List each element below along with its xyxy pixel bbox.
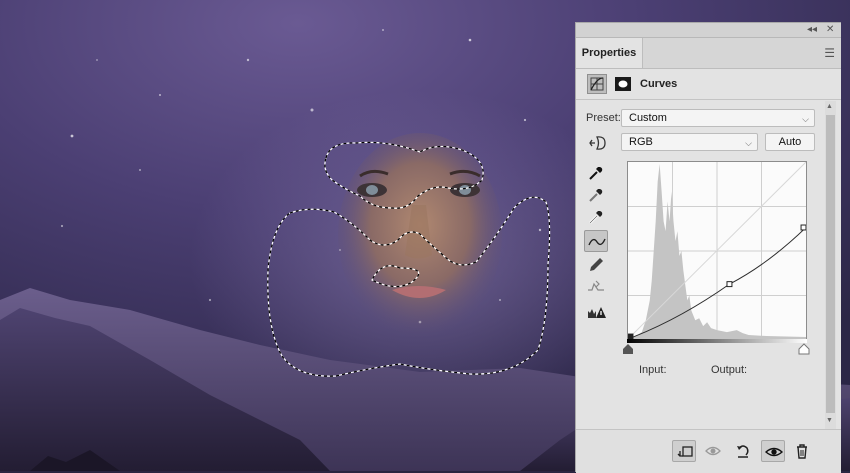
- close-icon[interactable]: ✕: [826, 23, 834, 37]
- delete-button[interactable]: [790, 440, 814, 462]
- black-point-slider-icon[interactable]: [622, 343, 634, 355]
- curves-adjustment-icon[interactable]: [587, 74, 607, 94]
- view-previous-icon: [705, 446, 721, 456]
- chevron-down-icon: ⌵: [745, 138, 752, 148]
- layer-mask-icon[interactable]: [613, 74, 633, 94]
- panel-menu-icon[interactable]: ☰: [824, 47, 835, 59]
- panel-titlebar[interactable]: ◂◂ ✕: [576, 23, 841, 38]
- channel-dropdown[interactable]: RGB ⌵: [621, 133, 758, 151]
- target-adjust-tool[interactable]: [585, 132, 609, 154]
- pencil-icon: [590, 258, 603, 271]
- sample-white-point-icon: [589, 211, 603, 224]
- reset-button[interactable]: [731, 440, 755, 462]
- curve-points-icon: [588, 238, 606, 246]
- sample-black-point-tool[interactable]: [584, 162, 608, 184]
- preset-value: Custom: [629, 112, 667, 124]
- clip-to-layer-icon: [677, 446, 693, 457]
- chevron-down-icon: ⌵: [802, 114, 809, 124]
- collapse-icon[interactable]: ◂◂: [807, 23, 817, 37]
- clip-to-layer-button[interactable]: [672, 440, 696, 462]
- smooth-icon: [588, 280, 604, 291]
- curves-graph[interactable]: [627, 161, 807, 340]
- adjustment-title: Curves: [640, 78, 678, 90]
- white-point-slider-icon[interactable]: [798, 343, 810, 355]
- toggle-visibility-button[interactable]: [761, 440, 785, 462]
- properties-panel: ◂◂ ✕ Properties ☰ Curves Preset: Custom …: [575, 22, 841, 473]
- sample-black-point-icon: [589, 167, 603, 180]
- preset-label: Preset:: [586, 112, 621, 124]
- channel-value: RGB: [629, 136, 653, 148]
- adjustment-header: Curves: [576, 69, 841, 100]
- panel-scrollbar[interactable]: ▲ ▼: [825, 101, 836, 429]
- view-previous-button[interactable]: [701, 440, 725, 462]
- panel-bottom-bar: [576, 429, 841, 473]
- delete-icon: [797, 444, 807, 459]
- sample-gray-point-tool[interactable]: [584, 184, 608, 206]
- clipping-warning-icon: [588, 307, 606, 318]
- input-label: Input:: [639, 364, 667, 376]
- input-gradient-bar: [627, 339, 807, 343]
- curve-control-point[interactable]: [726, 281, 733, 288]
- reset-icon: [737, 445, 749, 458]
- pencil-tool[interactable]: [584, 254, 608, 276]
- edit-points-tool[interactable]: [584, 230, 608, 252]
- clipping-warning-tool[interactable]: [584, 302, 608, 324]
- scrollbar-thumb[interactable]: [826, 115, 835, 413]
- preset-dropdown[interactable]: Custom ⌵: [621, 109, 815, 127]
- tab-properties[interactable]: Properties: [576, 38, 643, 68]
- panel-tab-row: Properties ☰: [576, 38, 841, 69]
- curve-control-point[interactable]: [800, 224, 806, 231]
- sample-gray-point-icon: [589, 189, 603, 202]
- sample-white-point-tool[interactable]: [584, 206, 608, 228]
- auto-button[interactable]: Auto: [765, 133, 815, 151]
- output-label: Output:: [711, 364, 748, 376]
- smooth-tool[interactable]: [584, 276, 608, 298]
- visibility-icon: [765, 447, 783, 457]
